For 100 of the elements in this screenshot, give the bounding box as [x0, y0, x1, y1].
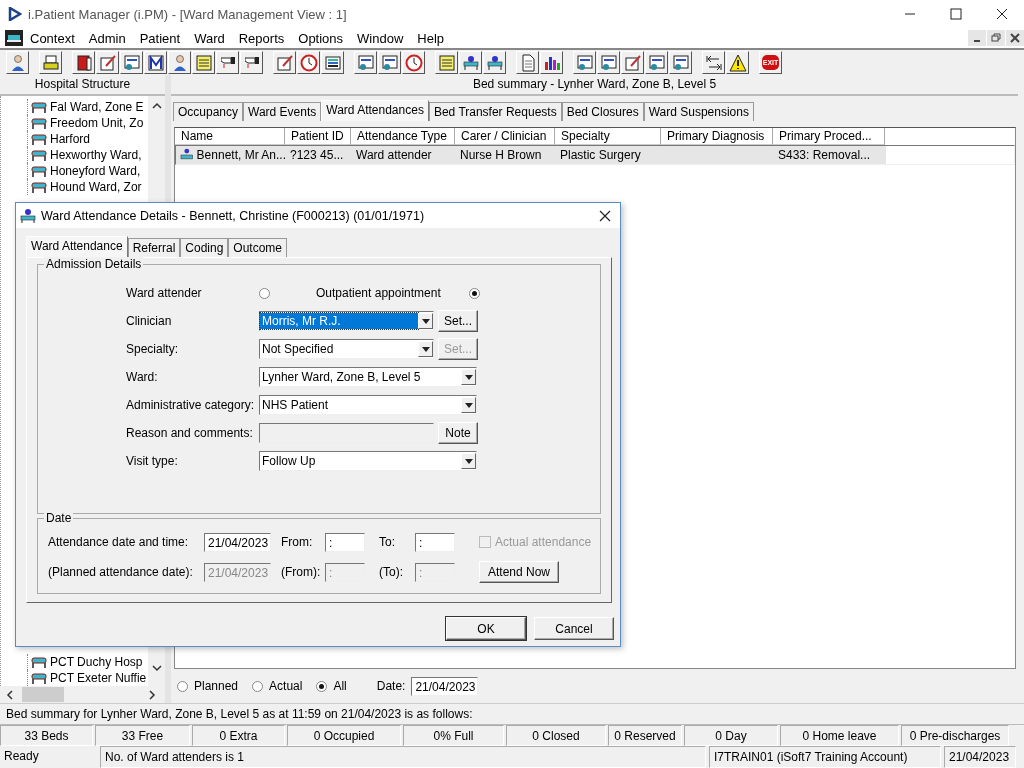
tab[interactable]: Ward Suspensions [643, 102, 754, 121]
tab[interactable]: Ward Events [243, 102, 322, 121]
pen-icon [98, 53, 117, 72]
tree-item[interactable]: Harford [50, 132, 90, 146]
tab[interactable]: Referral [127, 238, 181, 257]
toolbar-button[interactable] [321, 51, 344, 74]
menu-item[interactable]: Ward [187, 30, 232, 46]
radio-label[interactable]: Ward attender [126, 286, 259, 300]
tree-item[interactable]: PCT Exeter Nuffie [50, 671, 147, 685]
toolbar-button[interactable] [39, 51, 62, 74]
dropdown[interactable]: Lynher Ward, Zone B, Level 5 [259, 367, 477, 387]
pen-icon [275, 53, 294, 72]
menu-item[interactable]: Help [410, 30, 452, 46]
radio-button[interactable] [177, 680, 188, 692]
dropdown[interactable]: Morris, Mr R.J. [259, 311, 434, 331]
toolbar-button[interactable] [483, 51, 506, 74]
toolbar-button[interactable] [6, 51, 29, 74]
dropdown[interactable]: Follow Up [259, 451, 477, 471]
scroll-right-icon[interactable] [148, 689, 156, 700]
menu-item[interactable]: Context [23, 30, 82, 46]
tab[interactable]: Occupancy [173, 102, 244, 121]
dialog-button[interactable]: Set... [438, 310, 478, 332]
toolbar-button[interactable] [645, 51, 668, 74]
tree-item[interactable]: Honeyford Ward, [50, 164, 141, 178]
tree-item[interactable]: Freedom Unit, Zo [50, 116, 144, 130]
date-field[interactable]: 21/04/2023 [204, 532, 271, 552]
toolbar-button[interactable] [702, 51, 725, 74]
toolbar-button[interactable] [435, 51, 458, 74]
printer-icon [41, 53, 60, 72]
summary-line: Bed summary for Lynher Ward, Zone B, Level 5 as at 11:59 on 21/04/2023 is as follows: [0, 703, 1024, 725]
menu-item[interactable]: Reports [231, 30, 292, 46]
table-row[interactable]: Bennett, Mr An... ?123 45... Ward attender Nurse H Brown Plastic Surgery S433: Removal... [175, 145, 1015, 165]
toolbar-button[interactable] [72, 51, 95, 74]
dropdown-value: Lynher Ward, Zone B, Level 5 [261, 369, 422, 385]
tab[interactable]: Bed Closures [561, 102, 644, 121]
tab[interactable]: Ward Attendance [26, 236, 128, 257]
tree-item[interactable]: Hexworthy Ward, [50, 148, 142, 162]
menu-item[interactable]: Patient [132, 30, 188, 46]
attend-now-button[interactable]: Attend Now [479, 561, 559, 583]
dropdown[interactable]: Not Specified [259, 339, 434, 359]
toolbar-button[interactable] [621, 51, 644, 74]
radio-label[interactable]: Outpatient appointment [308, 286, 441, 300]
tab[interactable]: Ward Attendances [321, 100, 429, 121]
scroll-down-icon[interactable] [151, 664, 162, 672]
toolbar-button[interactable] [192, 51, 215, 74]
stat-cell: 0 Home leave [780, 725, 899, 746]
time-field[interactable]: : [325, 532, 365, 552]
toolbar-button[interactable] [669, 51, 692, 74]
toolbar-button[interactable] [240, 51, 263, 74]
dialog-button[interactable]: OK [446, 617, 526, 640]
time-field[interactable]: : [415, 532, 455, 552]
toolbar-button[interactable] [540, 51, 563, 74]
minimize-icon[interactable] [968, 30, 986, 46]
radio-button[interactable] [252, 680, 264, 692]
date-field[interactable]: 21/04/2023 [411, 676, 479, 696]
toolbar-button[interactable] [573, 51, 596, 74]
toolbar-button[interactable] [459, 51, 482, 74]
scroll-left-icon[interactable] [6, 689, 14, 700]
toolbar-button[interactable] [297, 51, 320, 74]
radio-button[interactable] [259, 287, 270, 299]
radio-label[interactable]: All [333, 679, 347, 693]
table-cell: Plastic Surgery [560, 148, 641, 162]
dialog-button[interactable]: Note [438, 422, 478, 444]
toolbar-button[interactable] [402, 51, 425, 74]
radio-button[interactable] [316, 680, 328, 692]
close-icon[interactable] [1006, 30, 1024, 46]
menu-item[interactable]: Window [350, 30, 411, 46]
toolbar-button[interactable] [273, 51, 296, 74]
toolbar-button[interactable] [354, 51, 377, 74]
tree-item[interactable]: PCT Duchy Hosp [50, 655, 143, 669]
tree-item[interactable]: Hound Ward, Zor [50, 180, 142, 194]
toolbar-button[interactable] [597, 51, 620, 74]
field-label: From: [280, 535, 314, 549]
maximize-icon[interactable] [950, 8, 962, 20]
tab[interactable]: Bed Transfer Requests [428, 102, 562, 121]
close-icon[interactable] [599, 209, 611, 222]
radio-button[interactable] [468, 287, 480, 299]
toolbar-button[interactable] [96, 51, 119, 74]
radio-label[interactable]: Actual [269, 679, 303, 693]
toolbar-button[interactable] [168, 51, 191, 74]
scroll-up-icon[interactable] [151, 102, 162, 110]
menu-item[interactable]: Admin [81, 30, 133, 46]
close-icon[interactable] [996, 8, 1008, 20]
screen-icon [380, 53, 399, 72]
bed-icon [485, 53, 504, 72]
dropdown[interactable]: NHS Patient [259, 395, 477, 415]
toolbar-button[interactable] [216, 51, 239, 74]
toolbar-button[interactable] [516, 51, 539, 74]
restore-icon[interactable] [987, 30, 1005, 46]
toolbar-button[interactable] [378, 51, 401, 74]
tab[interactable]: Coding [180, 238, 229, 257]
dialog-button[interactable]: Cancel [534, 617, 614, 640]
tree-item[interactable]: Fal Ward, Zone E [50, 100, 144, 114]
scroll-thumb[interactable] [22, 687, 64, 702]
radio-label[interactable]: Planned [194, 679, 239, 693]
toolbar-button[interactable] [726, 51, 749, 74]
toolbar-button[interactable] [120, 51, 143, 74]
menu-item[interactable]: Options [291, 30, 351, 46]
tab[interactable]: Outcome [228, 238, 288, 257]
stat-cell: 0 Occupied [287, 725, 401, 746]
